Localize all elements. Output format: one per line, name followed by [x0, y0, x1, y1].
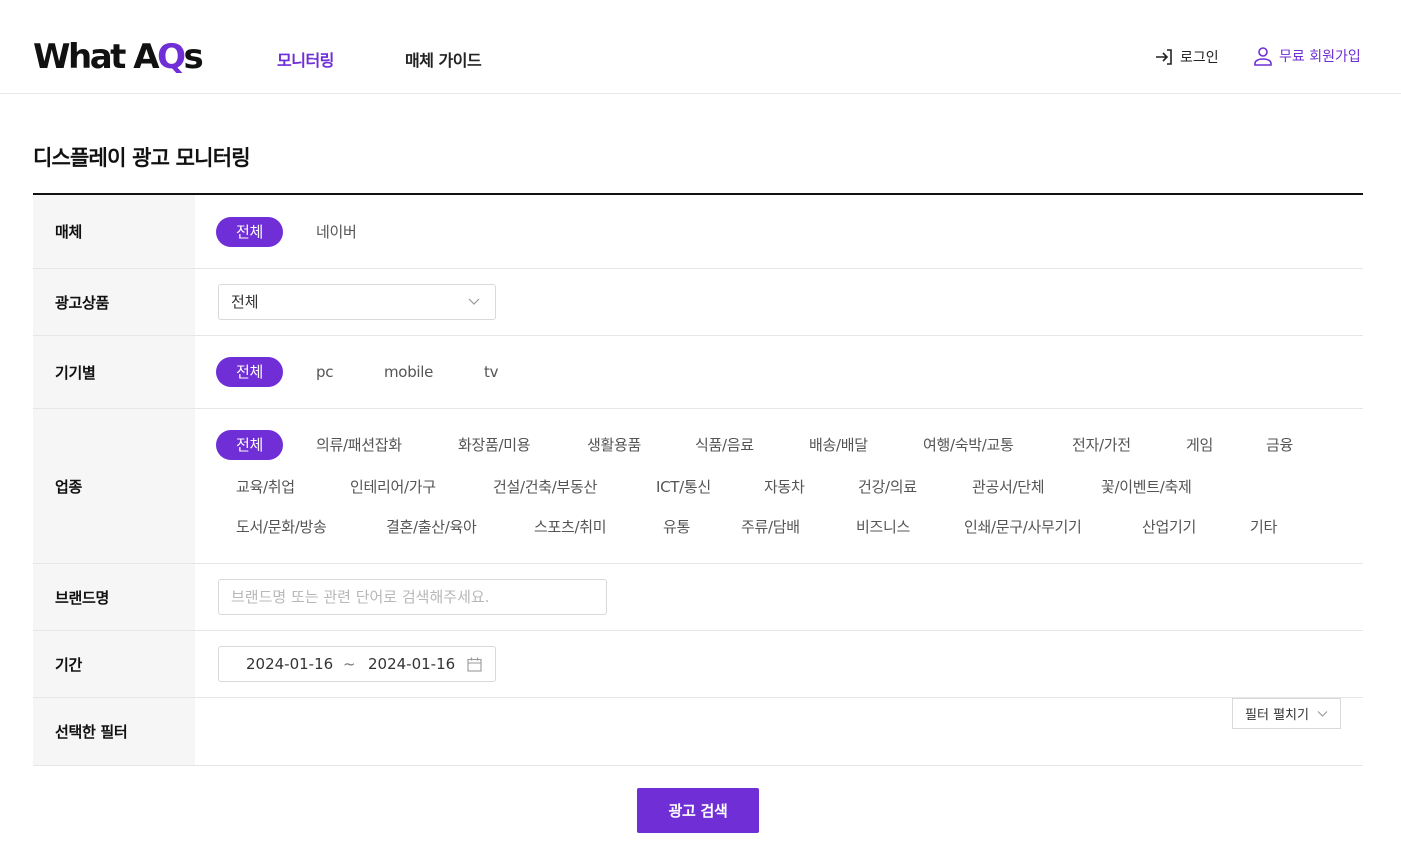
- chip-industry-item[interactable]: 게임: [1186, 430, 1213, 460]
- row-label-brand: 브랜드명: [33, 564, 195, 630]
- row-label-ad-product: 광고상품: [33, 269, 195, 335]
- date-separator: ~: [343, 655, 356, 673]
- chip-industry-item[interactable]: 스포츠/취미: [534, 512, 607, 542]
- chip-industry-item[interactable]: 전자/가전: [1072, 430, 1131, 460]
- user-icon: [1254, 47, 1272, 66]
- chip-industry-item[interactable]: 금융: [1266, 430, 1293, 460]
- top-header: What AQs 모니터링 매체 가이드 로그인 무료 회원가입: [0, 0, 1401, 94]
- chevron-down-icon: [1317, 711, 1328, 717]
- page-title: 디스플레이 광고 모니터링: [33, 146, 251, 170]
- chip-industry-item[interactable]: 주류/담배: [741, 512, 800, 542]
- row-ad-product: 광고상품 전체: [33, 269, 1363, 336]
- login-icon: [1156, 49, 1172, 65]
- row-label-period: 기간: [33, 631, 195, 697]
- chip-industry-item[interactable]: 인쇄/문구/사무기기: [964, 512, 1082, 542]
- signup-label: 무료 회원가입: [1279, 49, 1361, 65]
- login-label: 로그인: [1180, 50, 1219, 66]
- date-range-picker[interactable]: 2024-01-16 ~ 2024-01-16: [218, 646, 496, 682]
- filter-expand-label: 필터 펼치기: [1245, 708, 1309, 723]
- chip-industry-item[interactable]: 배송/배달: [809, 430, 868, 460]
- chip-industry-item[interactable]: 전체: [216, 430, 284, 460]
- chip-industry-item[interactable]: 관공서/단체: [972, 472, 1045, 502]
- filter-expand-button[interactable]: 필터 펼치기: [1232, 698, 1341, 729]
- chip-industry-item[interactable]: 도서/문화/방송: [236, 512, 327, 542]
- chip-industry-item[interactable]: 여행/숙박/교통: [923, 430, 1014, 460]
- chip-industry-item[interactable]: 자동차: [764, 472, 805, 502]
- nav-media-guide[interactable]: 매체 가이드: [405, 47, 482, 71]
- logo[interactable]: What AQs: [33, 36, 204, 78]
- chip-industry-item[interactable]: 화장품/미용: [458, 430, 531, 460]
- chip-industry-item[interactable]: 꽃/이벤트/축제: [1101, 472, 1192, 502]
- chip-industry-item[interactable]: 결혼/출산/육아: [386, 512, 477, 542]
- chip-industry-item[interactable]: 건설/건축/부동산: [493, 472, 597, 502]
- nav-monitoring[interactable]: 모니터링: [277, 47, 334, 71]
- row-label-device: 기기별: [33, 336, 195, 408]
- chip-industry-item[interactable]: 생활용품: [587, 430, 641, 460]
- ad-search-button[interactable]: 광고 검색: [637, 788, 759, 833]
- row-industry: 업종 전체 의류/패션잡화 화장품/미용 생활용품 식품/음료 배송/배달 여행…: [33, 409, 1363, 564]
- ad-product-select[interactable]: 전체: [218, 284, 496, 320]
- chip-device-tv[interactable]: tv: [484, 357, 498, 387]
- chip-industry-item[interactable]: 산업기기: [1142, 512, 1196, 542]
- filter-form: 매체 전체 네이버 광고상품 전체 기기별 전체 pc mobile tv 업종…: [33, 193, 1363, 766]
- row-label-media: 매체: [33, 195, 195, 268]
- chip-device-mobile[interactable]: mobile: [384, 357, 433, 387]
- row-label-selected-filters: 선택한 필터: [33, 698, 195, 765]
- row-device: 기기별 전체 pc mobile tv: [33, 336, 1363, 409]
- brand-search-input[interactable]: [218, 579, 607, 615]
- chip-industry-item[interactable]: 인테리어/가구: [350, 472, 436, 502]
- chip-industry-item[interactable]: ICT/통신: [656, 472, 711, 502]
- end-date[interactable]: 2024-01-16: [368, 655, 455, 673]
- calendar-icon[interactable]: [467, 657, 482, 672]
- chip-industry-item[interactable]: 의류/패션잡화: [316, 430, 402, 460]
- chip-industry-item[interactable]: 유통: [663, 512, 690, 542]
- ad-product-value: 전체: [231, 293, 259, 311]
- row-label-industry: 업종: [33, 409, 195, 563]
- chip-industry-item[interactable]: 기타: [1250, 512, 1277, 542]
- logo-text: What AQs: [33, 37, 204, 77]
- row-brand: 브랜드명: [33, 564, 1363, 631]
- chip-media-naver[interactable]: 네이버: [316, 217, 357, 247]
- chip-industry-item[interactable]: 식품/음료: [695, 430, 754, 460]
- chip-device-pc[interactable]: pc: [316, 357, 333, 387]
- signup-link[interactable]: 무료 회원가입: [1253, 46, 1361, 66]
- chip-industry-item[interactable]: 건강/의료: [858, 472, 917, 502]
- row-media: 매체 전체 네이버: [33, 195, 1363, 269]
- start-date[interactable]: 2024-01-16: [246, 655, 333, 673]
- chip-industry-item[interactable]: 교육/취업: [236, 472, 295, 502]
- row-selected-filters: 선택한 필터 필터 펼치기: [33, 698, 1363, 766]
- chip-media-all[interactable]: 전체: [216, 217, 284, 247]
- chevron-down-icon: [468, 298, 480, 305]
- chip-industry-item[interactable]: 비즈니스: [856, 512, 910, 542]
- row-period: 기간 2024-01-16 ~ 2024-01-16: [33, 631, 1363, 698]
- login-link[interactable]: 로그인: [1154, 47, 1219, 67]
- chip-device-all[interactable]: 전체: [216, 357, 284, 387]
